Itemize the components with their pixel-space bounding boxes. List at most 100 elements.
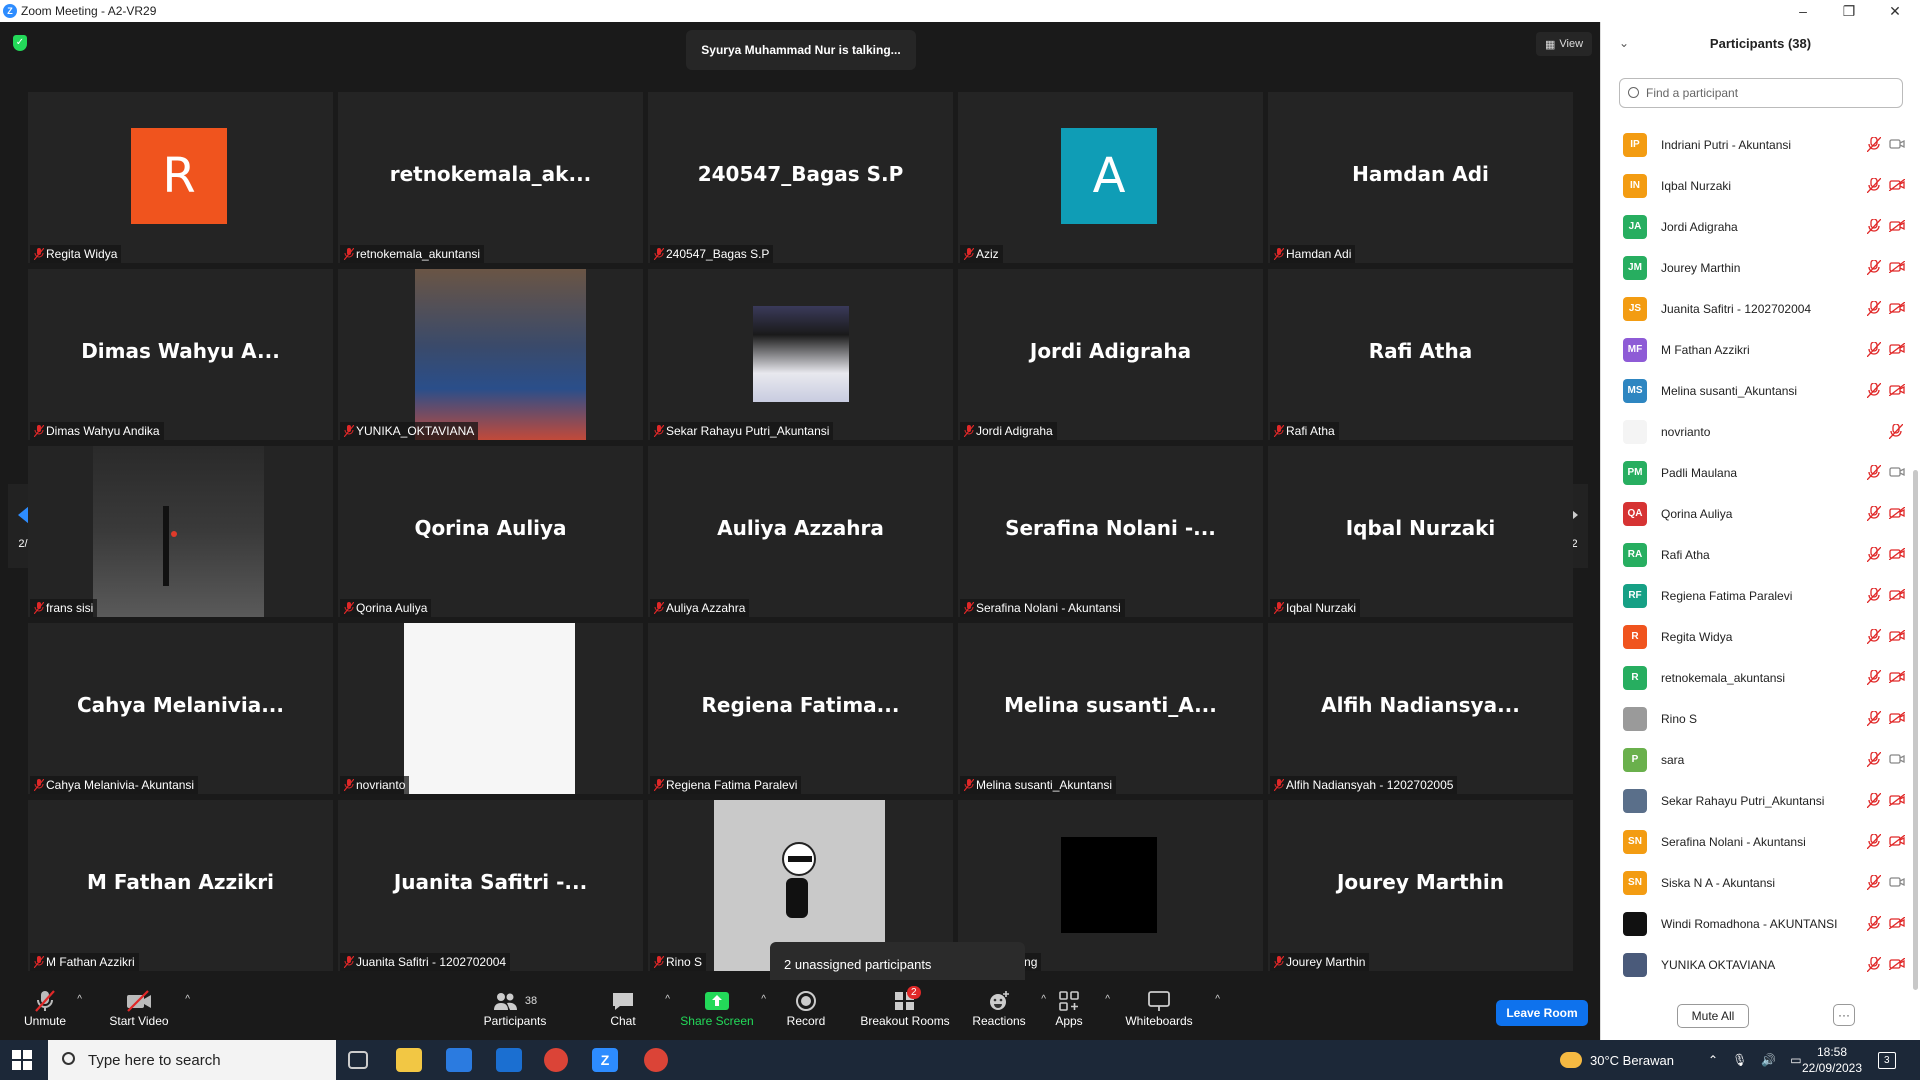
video-off-icon[interactable] [1889, 548, 1905, 560]
video-tile[interactable]: Alfih Nadiansya... Alfih Nadiansyah - 120… [1268, 623, 1573, 794]
minimize-button[interactable]: – [1780, 0, 1826, 22]
clock[interactable]: 18:58 22/09/2023 [1800, 1040, 1864, 1080]
view-button[interactable]: ▦ View [1536, 32, 1592, 56]
video-off-icon[interactable] [1889, 917, 1905, 929]
participants-button[interactable]: 38 Participants [470, 988, 560, 1028]
microsoft-store-icon[interactable] [446, 1048, 472, 1072]
participant-row[interactable]: JA Jordi Adigraha [1601, 206, 1909, 247]
share-screen-button[interactable]: Share Screen ^ [672, 988, 766, 1028]
video-tile[interactable]: Jordi Adigraha Jordi Adigraha [958, 269, 1263, 440]
participant-row[interactable]: Psara [1601, 739, 1909, 780]
whiteboards-button[interactable]: Whiteboards ^ [1114, 988, 1220, 1028]
participant-row[interactable]: SN Serafina Nolani - Akuntansi [1601, 821, 1909, 862]
participant-search-input[interactable]: Find a participant [1619, 78, 1903, 108]
video-tile[interactable]: novrianto [338, 623, 643, 794]
participant-row[interactable]: JM Jourey Marthin [1601, 247, 1909, 288]
muted-microphone-icon[interactable] [1867, 670, 1881, 685]
security-shield-icon[interactable]: ✓ [13, 35, 27, 51]
video-off-icon[interactable] [1889, 384, 1905, 396]
muted-microphone-icon[interactable] [1867, 506, 1881, 521]
video-tile[interactable]: Regiena Fatima... Regiena Fatima Paralevi [648, 623, 953, 794]
microphone-tray-icon[interactable]: 🎙 [1732, 1053, 1747, 1067]
zoom-taskbar-icon[interactable]: Z [592, 1048, 618, 1072]
video-tile[interactable]: Juanita Safitri -... Juanita Safitri - 12… [338, 800, 643, 971]
leave-room-button[interactable]: Leave Room [1496, 1000, 1588, 1026]
mail-icon[interactable] [496, 1048, 522, 1072]
muted-microphone-icon[interactable] [1867, 178, 1881, 193]
video-tile[interactable]: frans sisi [28, 446, 333, 617]
muted-microphone-icon[interactable] [1867, 875, 1881, 890]
video-off-icon[interactable] [1889, 261, 1905, 273]
muted-microphone-icon[interactable] [1867, 793, 1881, 808]
video-tile[interactable]: Auliya Azzahra Auliya Azzahra [648, 446, 953, 617]
video-off-icon[interactable] [1889, 794, 1905, 806]
unmute-button[interactable]: Unmute ^ [0, 988, 90, 1028]
muted-microphone-icon[interactable] [1867, 137, 1881, 152]
chrome-profile-icon[interactable] [644, 1048, 668, 1072]
whiteboards-caret-icon[interactable]: ^ [1215, 994, 1220, 1005]
muted-microphone-icon[interactable] [1867, 260, 1881, 275]
muted-microphone-icon[interactable] [1867, 916, 1881, 931]
task-view-icon[interactable] [348, 1051, 368, 1069]
muted-microphone-icon[interactable] [1867, 465, 1881, 480]
audio-options-caret-icon[interactable]: ^ [77, 994, 82, 1005]
participant-row[interactable]: RA Rafi Atha [1601, 534, 1909, 575]
video-tile[interactable]: 240547_Bagas S.P 240547_Bagas S.P [648, 92, 953, 263]
apps-button[interactable]: Apps ^ [1024, 988, 1114, 1028]
notification-center-icon[interactable]: 3 [1878, 1040, 1896, 1080]
participant-row[interactable]: IN Iqbal Nurzaki [1601, 165, 1909, 206]
maximize-button[interactable]: ❐ [1826, 0, 1872, 22]
participant-row[interactable]: YUNIKA OKTAVIANA [1601, 944, 1909, 985]
video-tile[interactable]: Sekar Rahayu Putri_Akuntansi [648, 269, 953, 440]
participant-row[interactable]: RF Regiena Fatima Paralevi [1601, 575, 1909, 616]
mute-all-button[interactable]: Mute All [1677, 1004, 1749, 1028]
participant-row[interactable]: Rino S [1601, 698, 1909, 739]
muted-microphone-icon[interactable] [1867, 547, 1881, 562]
video-off-icon[interactable] [1889, 220, 1905, 232]
breakout-rooms-button[interactable]: 2 Breakout Rooms [853, 986, 957, 1028]
video-off-icon[interactable] [1889, 630, 1905, 642]
video-tile[interactable]: Iqbal Nurzaki Iqbal Nurzaki [1268, 446, 1573, 617]
taskbar-search-box[interactable]: Type here to search [48, 1040, 336, 1080]
apps-caret-icon[interactable]: ^ [1105, 994, 1110, 1005]
muted-microphone-icon[interactable] [1867, 588, 1881, 603]
participant-row[interactable]: Windi Romadhona - AKUNTANSI [1601, 903, 1909, 944]
participant-row[interactable]: R Regita Widya [1601, 616, 1909, 657]
video-tile[interactable]: Rafi Atha Rafi Atha [1268, 269, 1573, 440]
muted-microphone-icon[interactable] [1889, 424, 1903, 439]
participant-row[interactable]: SN Siska N A - Akuntansi [1601, 862, 1909, 903]
video-tile[interactable]: Cahya Melanivia... Cahya Melanivia- Akunt… [28, 623, 333, 794]
video-options-caret-icon[interactable]: ^ [185, 994, 190, 1005]
chevron-up-icon[interactable]: ⌃ [1708, 1053, 1718, 1067]
weather-widget[interactable]: 30°C Berawan [1560, 1040, 1674, 1080]
close-button[interactable]: ✕ [1872, 0, 1918, 22]
volume-icon[interactable]: 🔊 [1761, 1053, 1776, 1067]
muted-microphone-icon[interactable] [1867, 629, 1881, 644]
video-tile[interactable]: Jourey Marthin Jourey Marthin [1268, 800, 1573, 971]
video-tile[interactable]: Melina susanti_A... Melina susanti_Akunta… [958, 623, 1263, 794]
video-camera-icon[interactable] [1889, 876, 1905, 888]
video-tile[interactable]: Dimas Wahyu A... Dimas Wahyu Andika [28, 269, 333, 440]
video-off-icon[interactable] [1889, 507, 1905, 519]
video-camera-icon[interactable] [1889, 138, 1905, 150]
participant-row[interactable]: MF M Fathan Azzikri [1601, 329, 1909, 370]
file-explorer-icon[interactable] [396, 1048, 422, 1072]
video-tile[interactable]: Serafina Nolani -... Serafina Nolani - Ak… [958, 446, 1263, 617]
muted-microphone-icon[interactable] [1867, 301, 1881, 316]
participant-row[interactable]: JS Juanita Safitri - 1202702004 [1601, 288, 1909, 329]
video-off-icon[interactable] [1889, 343, 1905, 355]
video-camera-icon[interactable] [1889, 466, 1905, 478]
more-options-button[interactable]: ··· [1833, 1004, 1855, 1026]
video-off-icon[interactable] [1889, 958, 1905, 970]
muted-microphone-icon[interactable] [1867, 711, 1881, 726]
participant-row[interactable]: Sekar Rahayu Putri_Akuntansi [1601, 780, 1909, 821]
chrome-icon[interactable] [544, 1048, 568, 1072]
video-off-icon[interactable] [1889, 589, 1905, 601]
chat-options-caret-icon[interactable]: ^ [665, 994, 670, 1005]
video-off-icon[interactable] [1889, 671, 1905, 683]
chat-button[interactable]: Chat ^ [578, 988, 670, 1028]
video-tile[interactable]: retnokemala_ak... retnokemala_akuntansi [338, 92, 643, 263]
record-button[interactable]: Record [761, 988, 851, 1028]
participant-list-scrollbar[interactable] [1913, 470, 1918, 990]
video-off-icon[interactable] [1889, 835, 1905, 847]
